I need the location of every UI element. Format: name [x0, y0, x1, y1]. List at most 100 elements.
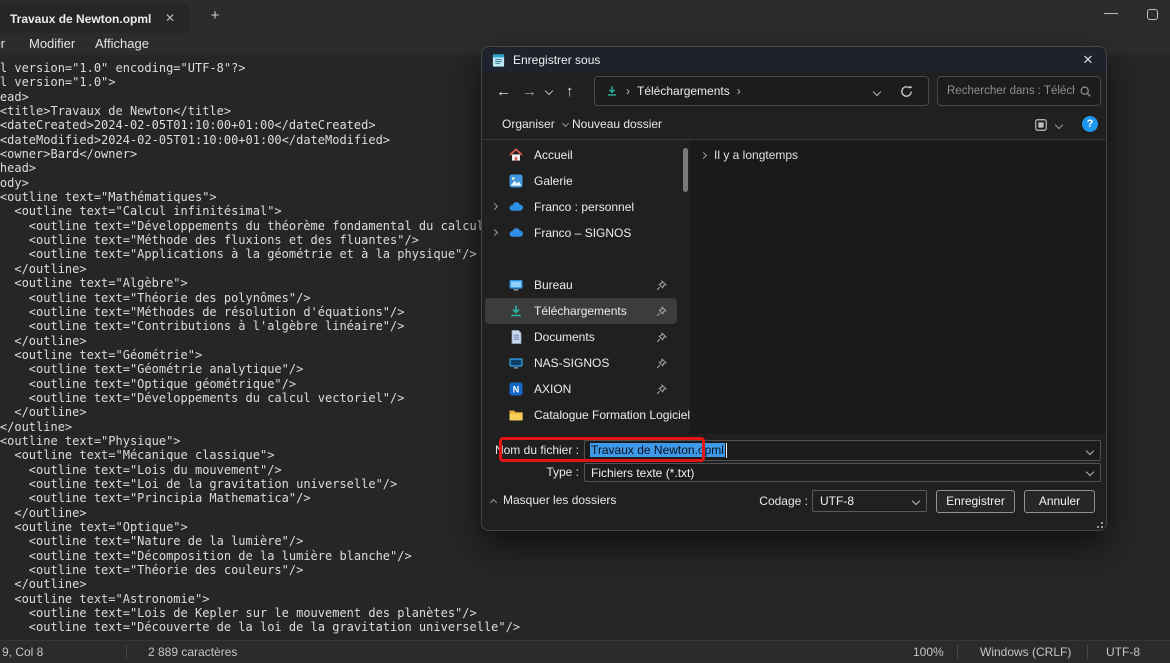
pin-icon: [656, 306, 667, 317]
filetype-select[interactable]: Fichiers texte (*.txt): [584, 463, 1101, 482]
menu-affichage[interactable]: Affichage: [95, 36, 149, 51]
breadcrumb-chevron-icon[interactable]: ›: [737, 84, 741, 98]
downloads-icon: [605, 84, 619, 98]
view-mode-icon[interactable]: [1034, 118, 1048, 132]
breadcrumb-location[interactable]: Téléchargements: [637, 84, 730, 98]
filetype-label: Type :: [484, 465, 579, 479]
sidebar-item-label: Accueil: [534, 148, 573, 162]
sidebar-item-label: Franco – SIGNOS: [534, 226, 631, 240]
sidebar-item-galerie[interactable]: Galerie: [485, 168, 677, 194]
file-list[interactable]: Il y a longtemps: [690, 140, 1106, 434]
cloud-icon: [508, 199, 524, 215]
filename-selected-text: Travaux de Newton.opml: [590, 443, 725, 457]
gallery-icon: [508, 173, 524, 189]
sidebar-item-catalogue-formation-logiciels[interactable]: Catalogue Formation Logiciels: [485, 402, 677, 428]
encoding-select[interactable]: UTF-8: [812, 490, 927, 512]
encoding-dropdown-chevron-icon: [912, 497, 920, 505]
sidebar-item-bureau[interactable]: Bureau: [485, 272, 677, 298]
up-icon[interactable]: ↑: [566, 83, 574, 100]
downloads-icon: [508, 303, 524, 319]
recent-locations-chevron-icon[interactable]: [545, 87, 553, 95]
document-icon: [508, 329, 524, 345]
places-sidebar: Accueil GalerieFranco : personnel Franco –…: [482, 142, 680, 428]
back-icon[interactable]: ←: [496, 83, 511, 100]
monitor-icon: [508, 355, 524, 371]
search-input[interactable]: [947, 78, 1075, 104]
home-icon: [508, 147, 524, 163]
cloud-icon: [508, 225, 524, 241]
tab-strip: Travaux de Newton.opml ✕ + —: [0, 0, 1170, 33]
status-zoom[interactable]: 100%: [913, 645, 944, 659]
text-caret: [726, 443, 727, 458]
new-tab-button[interactable]: +: [205, 6, 225, 26]
menu-modifier[interactable]: Modifier: [29, 36, 75, 51]
forward-icon[interactable]: →: [522, 83, 537, 100]
view-mode-chevron-icon[interactable]: [1055, 121, 1063, 129]
window-minimize-button[interactable]: —: [1098, 4, 1124, 24]
sidebar-item-accueil[interactable]: Accueil: [485, 142, 677, 168]
dialog-toolbar: Organiser Nouveau dossier ?: [482, 109, 1106, 140]
resize-grip[interactable]: [1095, 520, 1103, 528]
pin-icon: [656, 384, 667, 395]
filename-input[interactable]: Travaux de Newton.opml: [584, 440, 1101, 461]
address-dropdown-chevron-icon[interactable]: [873, 88, 881, 96]
sidebar-item-nas-signos[interactable]: NAS-SIGNOS: [485, 350, 677, 376]
dialog-footer: Nom du fichier : Travaux de Newton.opml …: [482, 434, 1106, 531]
group-expand-chevron-icon[interactable]: [700, 152, 707, 159]
new-folder-button[interactable]: Nouveau dossier: [572, 117, 662, 131]
save-as-dialog: Enregistrer sous ✕ ← → ↑ › Téléchargemen…: [481, 46, 1107, 531]
refresh-icon[interactable]: [899, 84, 914, 99]
sidebar-item-label: AXION: [534, 382, 571, 396]
sidebar-group-gap: [482, 246, 680, 272]
search-icon: [1079, 85, 1092, 98]
dialog-close-icon[interactable]: ✕: [1080, 52, 1096, 68]
address-bar[interactable]: › Téléchargements ›: [594, 76, 929, 106]
pin-icon: [656, 332, 667, 343]
sidebar-item-franco-signos[interactable]: Franco – SIGNOS: [485, 220, 677, 246]
dialog-title-bar[interactable]: Enregistrer sous ✕: [482, 47, 1106, 73]
hide-folders-button[interactable]: Masquer les dossiers: [491, 493, 616, 507]
tab-title: Travaux de Newton.opml: [10, 12, 151, 26]
screen: Travaux de Newton.opml ✕ + — Fichier Mod…: [0, 0, 1170, 663]
filename-label: Nom du fichier :: [484, 443, 579, 457]
dialog-content: Accueil GalerieFranco : personnel Franco –…: [482, 140, 1106, 434]
status-separator: [126, 645, 127, 659]
encoding-value: UTF-8: [820, 494, 854, 508]
chevron-up-icon: [490, 499, 497, 506]
help-button[interactable]: ?: [1082, 116, 1098, 132]
status-cursor-position: 9, Col 8: [2, 645, 43, 659]
svg-text:N: N: [513, 385, 520, 395]
app-icon: N: [508, 381, 524, 397]
dialog-title: Enregistrer sous: [513, 53, 600, 67]
sidebar-item-t-l-chargements[interactable]: Téléchargements: [485, 298, 677, 324]
sidebar-scrollbar[interactable]: [683, 148, 688, 192]
sidebar-item-label: Documents: [534, 330, 595, 344]
filename-dropdown-chevron-icon[interactable]: [1086, 447, 1094, 455]
pin-icon: [656, 280, 667, 291]
cancel-button[interactable]: Annuler: [1024, 490, 1095, 513]
status-eol[interactable]: Windows (CRLF): [980, 645, 1071, 659]
save-button[interactable]: Enregistrer: [936, 490, 1015, 513]
expand-chevron-icon[interactable]: [491, 229, 498, 236]
status-char-count: 2 889 caractères: [148, 645, 237, 659]
organize-menu[interactable]: Organiser: [502, 117, 568, 131]
sidebar-item-documents[interactable]: Documents: [485, 324, 677, 350]
sidebar-item-franco-personnel[interactable]: Franco : personnel: [485, 194, 677, 220]
status-separator: [1087, 645, 1088, 659]
tab-close-icon[interactable]: ✕: [162, 11, 178, 27]
sidebar-item-axion[interactable]: N AXION: [485, 376, 677, 402]
sidebar-item-label: Bureau: [534, 278, 573, 292]
folder-icon: [508, 407, 524, 423]
tab-travaux-de-newton[interactable]: Travaux de Newton.opml ✕: [0, 4, 190, 33]
menu-fichier[interactable]: Fichier: [0, 36, 5, 51]
expand-chevron-icon[interactable]: [491, 203, 498, 210]
status-bar: 9, Col 8 2 889 caractères 100% Windows (…: [0, 640, 1170, 663]
sidebar-item-label: NAS-SIGNOS: [534, 356, 609, 370]
pin-icon: [656, 358, 667, 369]
status-encoding[interactable]: UTF-8: [1106, 645, 1140, 659]
file-group-header[interactable]: Il y a longtemps: [701, 148, 798, 162]
search-box[interactable]: [937, 76, 1101, 106]
filetype-dropdown-chevron-icon[interactable]: [1086, 468, 1094, 476]
status-separator: [957, 645, 958, 659]
maximize-icon: [1147, 9, 1158, 20]
